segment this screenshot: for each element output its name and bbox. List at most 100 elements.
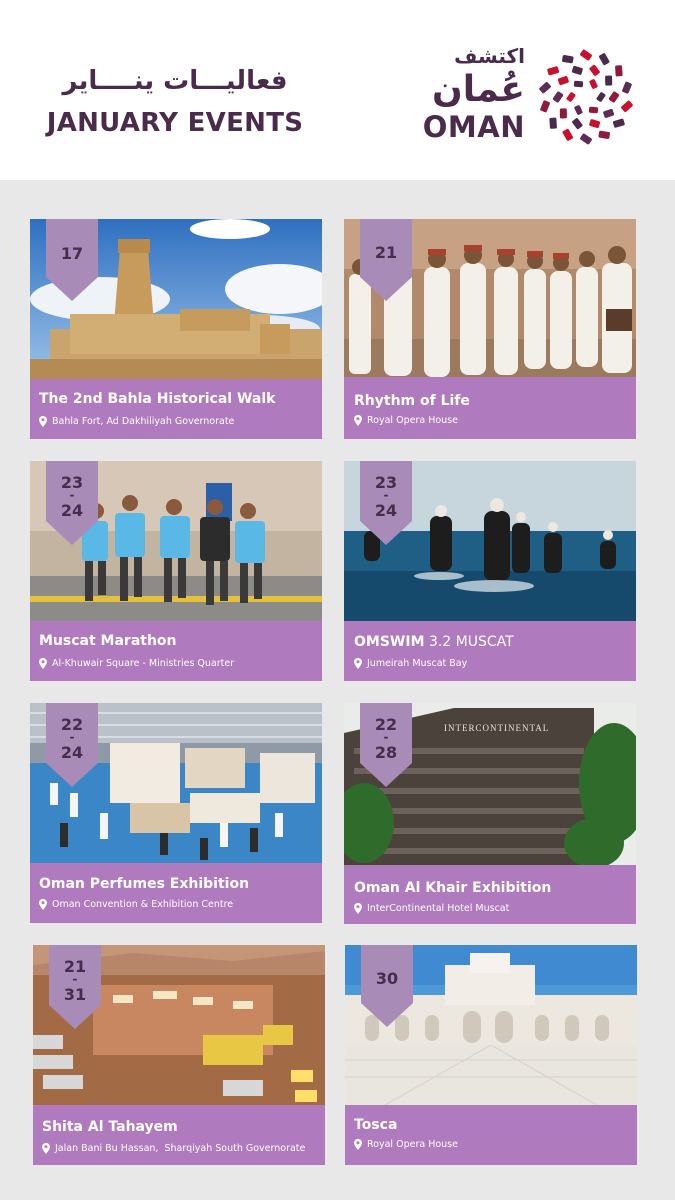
- logo-arabic-discover: اكتشف: [454, 44, 525, 68]
- location-pin-icon: [354, 415, 362, 426]
- logo-petal: [608, 91, 620, 103]
- event-location: Oman Convention & Exhibition Centre: [39, 899, 233, 910]
- event-location-text: Royal Opera House: [367, 1139, 458, 1150]
- event-info: Shita Al Tahayem Jalan Bani Bu Hassan, S…: [33, 1105, 325, 1165]
- logo-petal: [589, 64, 600, 76]
- event-location: Royal Opera House: [354, 1139, 458, 1150]
- logo-arabic-oman: عُمان: [432, 69, 525, 110]
- date-end: 31: [63, 985, 87, 1004]
- date-separator: -: [383, 488, 389, 502]
- event-location: Jumeirah Muscat Bay: [354, 658, 467, 669]
- event-location: Bahla Fort, Ad Dakhiliyah Governorate: [39, 416, 234, 427]
- logo-petal: [612, 118, 625, 128]
- date-badge: 23 - 24: [360, 461, 412, 545]
- logo-petal: [547, 66, 560, 76]
- logo-petal: [580, 49, 592, 61]
- location-pin-icon: [39, 899, 47, 910]
- event-card[interactable]: The 2nd Bahla Historical Walk Bahla Fort…: [30, 219, 322, 439]
- logo-petal: [580, 133, 592, 145]
- date-separator: -: [72, 972, 78, 986]
- event-info: The 2nd Bahla Historical Walk Bahla Fort…: [30, 379, 322, 439]
- location-pin-icon: [42, 1143, 50, 1154]
- logo-petal: [596, 92, 606, 102]
- event-title: Tosca: [354, 1117, 398, 1133]
- event-title: Oman Al Khair Exhibition: [354, 880, 552, 896]
- logo-oman: OMAN: [422, 110, 525, 144]
- event-card[interactable]: Oman Perfumes Exhibition Oman Convention…: [30, 703, 322, 923]
- logo-petal: [615, 65, 623, 77]
- location-pin-icon: [39, 658, 47, 669]
- logo-petal: [562, 55, 574, 64]
- location-pin-icon: [354, 1139, 362, 1150]
- event-location: InterContinental Hotel Muscat: [354, 903, 509, 914]
- logo-petal: [552, 91, 564, 103]
- logo-petal: [599, 53, 610, 66]
- experience-oman-logo-icon: [539, 49, 633, 145]
- date-start: 30: [375, 969, 399, 988]
- logo-petal: [598, 130, 610, 139]
- event-location: Royal Opera House: [354, 415, 458, 426]
- event-title: The 2nd Bahla Historical Walk: [39, 391, 276, 407]
- event-location: Al-Khuwair Square - Ministries Quarter: [39, 658, 234, 669]
- event-location-text: Jalan Bani Bu Hassan, Sharqiyah South Go…: [55, 1143, 306, 1154]
- event-location-text: Oman Convention & Exhibition Centre: [52, 899, 234, 910]
- location-pin-icon: [354, 903, 362, 914]
- date-end: 24: [60, 501, 84, 520]
- logo-petal: [562, 128, 573, 141]
- event-card[interactable]: OMSWIM 3.2 MUSCAT Jumeirah Muscat Bay 23…: [344, 461, 636, 681]
- logo-petal: [566, 92, 576, 102]
- event-card[interactable]: Tosca Royal Opera House 30: [345, 945, 637, 1165]
- event-card[interactable]: Rhythm of Life Royal Opera House 21: [344, 219, 636, 439]
- date-badge: 23 - 24: [46, 461, 98, 545]
- logo-petal: [573, 80, 584, 88]
- event-card[interactable]: Shita Al Tahayem Jalan Bani Bu Hassan, S…: [33, 945, 325, 1165]
- date-badge: 22 - 28: [360, 703, 412, 787]
- event-info: OMSWIM 3.2 MUSCAT Jumeirah Muscat Bay: [344, 621, 636, 681]
- event-title: Oman Perfumes Exhibition: [39, 876, 250, 892]
- date-separator: -: [383, 730, 389, 744]
- event-title: Muscat Marathon: [39, 633, 177, 649]
- event-title: Shita Al Tahayem: [42, 1119, 178, 1135]
- date-badge: 21: [360, 219, 412, 301]
- date-start: 17: [60, 244, 84, 263]
- logo-petal: [588, 106, 599, 114]
- location-pin-icon: [39, 416, 47, 427]
- event-title: OMSWIM 3.2 MUSCAT: [354, 634, 514, 650]
- logo-petal: [622, 81, 632, 94]
- logo-petal: [621, 100, 633, 113]
- logo-petal: [539, 81, 551, 94]
- event-title-bold: OMSWIM: [354, 634, 425, 650]
- page-title-arabic: فعاليـــات ينــــاير: [62, 66, 288, 96]
- page-title: JANUARY EVENTS: [46, 108, 304, 138]
- logo-petal: [549, 117, 557, 129]
- logo-petal: [571, 65, 583, 75]
- date-badge: 22 - 24: [46, 703, 98, 787]
- event-title: Rhythm of Life: [354, 393, 470, 409]
- location-pin-icon: [354, 658, 362, 669]
- event-card[interactable]: Muscat Marathon Al-Khuwair Square - Mini…: [30, 461, 322, 681]
- logo-petal: [557, 76, 569, 86]
- event-location-text: Royal Opera House: [367, 415, 458, 426]
- event-location-text: Al-Khuwair Square - Ministries Quarter: [52, 658, 235, 669]
- logo-petal: [605, 75, 613, 86]
- event-info: Tosca Royal Opera House: [345, 1105, 637, 1165]
- event-location-text: Jumeirah Muscat Bay: [367, 658, 468, 669]
- event-info: Oman Perfumes Exhibition Oman Convention…: [30, 863, 322, 923]
- logo-petal: [589, 79, 598, 89]
- logo-petal: [574, 105, 583, 115]
- date-end: 28: [374, 743, 398, 762]
- logo-petal: [559, 108, 567, 119]
- date-badge: 17: [46, 219, 98, 301]
- event-info: Muscat Marathon Al-Khuwair Square - Mini…: [30, 621, 322, 681]
- event-card[interactable]: INTERCONTINENTAL Oman Al Khair Exhibitio…: [344, 703, 636, 924]
- date-end: 24: [60, 743, 84, 762]
- logo-petal: [540, 100, 550, 113]
- event-location-text: InterContinental Hotel Muscat: [367, 903, 510, 914]
- date-separator: -: [69, 730, 75, 744]
- date-badge: 30: [361, 945, 413, 1027]
- event-location-text: Bahla Fort, Ad Dakhiliyah Governorate: [52, 416, 235, 427]
- event-info: Oman Al Khair Exhibition InterContinenta…: [344, 865, 636, 924]
- event-info: Rhythm of Life Royal Opera House: [344, 377, 636, 439]
- logo-petal: [603, 108, 615, 118]
- logo-petal: [589, 119, 601, 129]
